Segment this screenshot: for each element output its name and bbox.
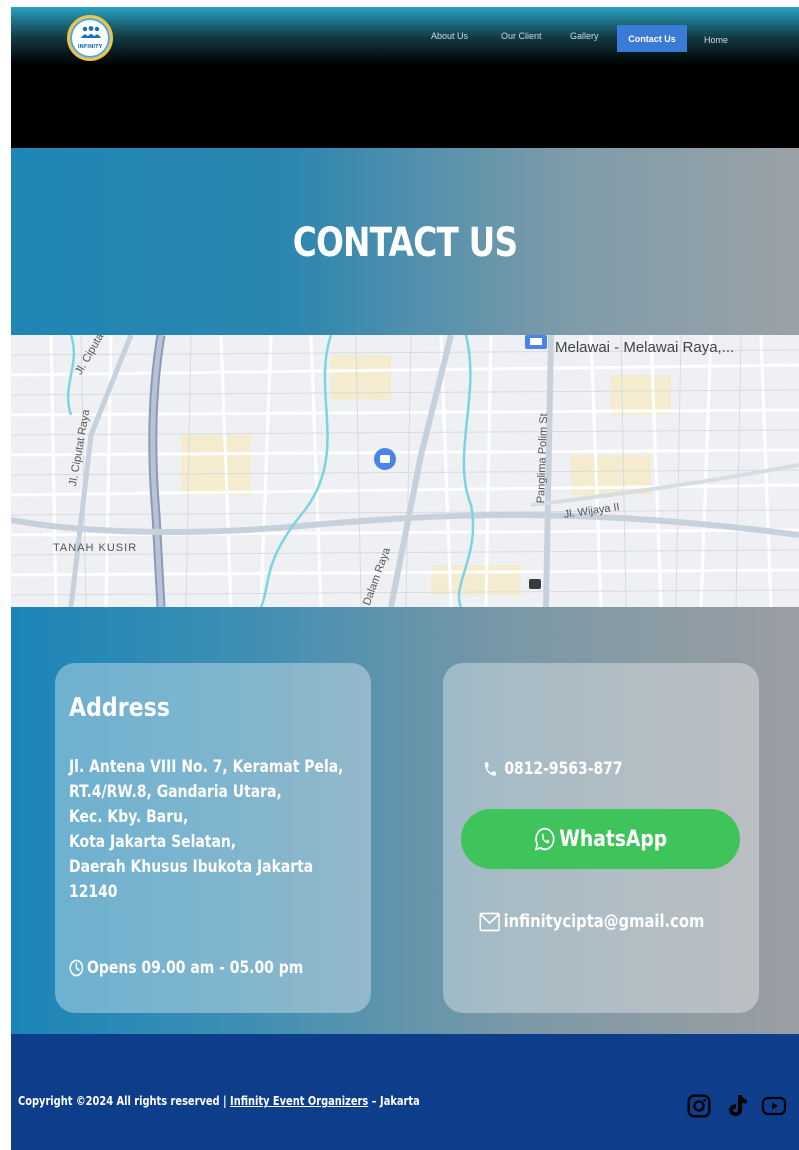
address-line: Daerah Khusus Ibukota Jakarta bbox=[69, 857, 314, 877]
map-label-tanah-kusir: TANAH KUSIR bbox=[53, 542, 138, 554]
whatsapp-button-content: WhatsApp bbox=[534, 826, 667, 852]
nav-about-us[interactable]: About Us bbox=[431, 31, 468, 41]
clock-icon bbox=[69, 959, 84, 977]
copyright-suffix: – Jakarta bbox=[368, 1094, 420, 1108]
address-line: Kota Jakarta Selatan, bbox=[69, 832, 237, 852]
site-header: INFINITY About Us Our Client Gallery Con… bbox=[11, 7, 799, 148]
nav-our-client[interactable]: Our Client bbox=[501, 31, 542, 41]
tiktok-link[interactable] bbox=[723, 1092, 751, 1120]
contact-section: Address Jl. Antena VIII No. 7, Keramat P… bbox=[11, 607, 799, 1034]
whatsapp-icon bbox=[534, 827, 555, 851]
address-line: RT.4/RW.8, Gandaria Utara, bbox=[69, 782, 282, 802]
phone-contact[interactable]: 0812-9563-877 bbox=[483, 759, 623, 779]
site-footer: Copyright ©2024 All rights reserved | In… bbox=[11, 1034, 799, 1150]
instagram-link[interactable] bbox=[685, 1092, 713, 1120]
instagram-icon bbox=[687, 1094, 711, 1118]
youtube-icon bbox=[761, 1096, 787, 1116]
mail-icon bbox=[479, 912, 500, 931]
address-text: Jl. Antena VIII No. 7, Keramat Pela, RT.… bbox=[69, 755, 369, 905]
address-card: Address Jl. Antena VIII No. 7, Keramat P… bbox=[55, 663, 371, 1013]
page: INFINITY About Us Our Client Gallery Con… bbox=[11, 7, 799, 1150]
phone-icon bbox=[484, 762, 496, 776]
address-line: Kec. Kby. Baru, bbox=[69, 807, 189, 827]
site-logo[interactable]: INFINITY bbox=[67, 15, 113, 61]
tiktok-icon bbox=[729, 1095, 747, 1116]
company-link[interactable]: Infinity Event Organizers bbox=[230, 1094, 368, 1108]
opening-hours-text: Opens 09.00 am - 05.00 pm bbox=[87, 958, 304, 978]
whatsapp-button[interactable]: WhatsApp bbox=[461, 809, 740, 869]
people-icon bbox=[81, 26, 101, 38]
address-line: Jl. Antena VIII No. 7, Keramat Pela, bbox=[69, 757, 344, 777]
map-canvas bbox=[11, 335, 799, 607]
contact-card: 0812-9563-877 WhatsApp infinitycipta@gma… bbox=[443, 663, 759, 1013]
email-contact[interactable]: infinitycipta@gmail.com bbox=[479, 911, 704, 932]
nav-gallery[interactable]: Gallery bbox=[570, 31, 599, 41]
location-map[interactable]: Melawai - Melawai Raya,... Jl. Ciputat J… bbox=[11, 335, 799, 607]
opening-hours: Opens 09.00 am - 05.00 pm bbox=[69, 958, 303, 978]
address-heading: Address bbox=[69, 693, 170, 723]
address-line: 12140 bbox=[69, 882, 118, 902]
youtube-link[interactable] bbox=[760, 1092, 788, 1120]
nav-contact-us[interactable]: Contact Us bbox=[617, 25, 687, 52]
logo-text: INFINITY bbox=[77, 44, 103, 50]
page-title: CONTACT US bbox=[292, 220, 518, 266]
email-address: infinitycipta@gmail.com bbox=[503, 911, 705, 932]
hero-banner: CONTACT US bbox=[11, 148, 799, 335]
copyright-text: Copyright ©2024 All rights reserved | In… bbox=[18, 1094, 420, 1108]
copyright-prefix: Copyright ©2024 All rights reserved | bbox=[18, 1094, 231, 1108]
phone-number: 0812-9563-877 bbox=[504, 759, 623, 779]
map-label-melawai: Melawai - Melawai Raya,... bbox=[555, 339, 735, 356]
nav-home[interactable]: Home bbox=[704, 35, 728, 45]
whatsapp-label: WhatsApp bbox=[559, 826, 668, 852]
